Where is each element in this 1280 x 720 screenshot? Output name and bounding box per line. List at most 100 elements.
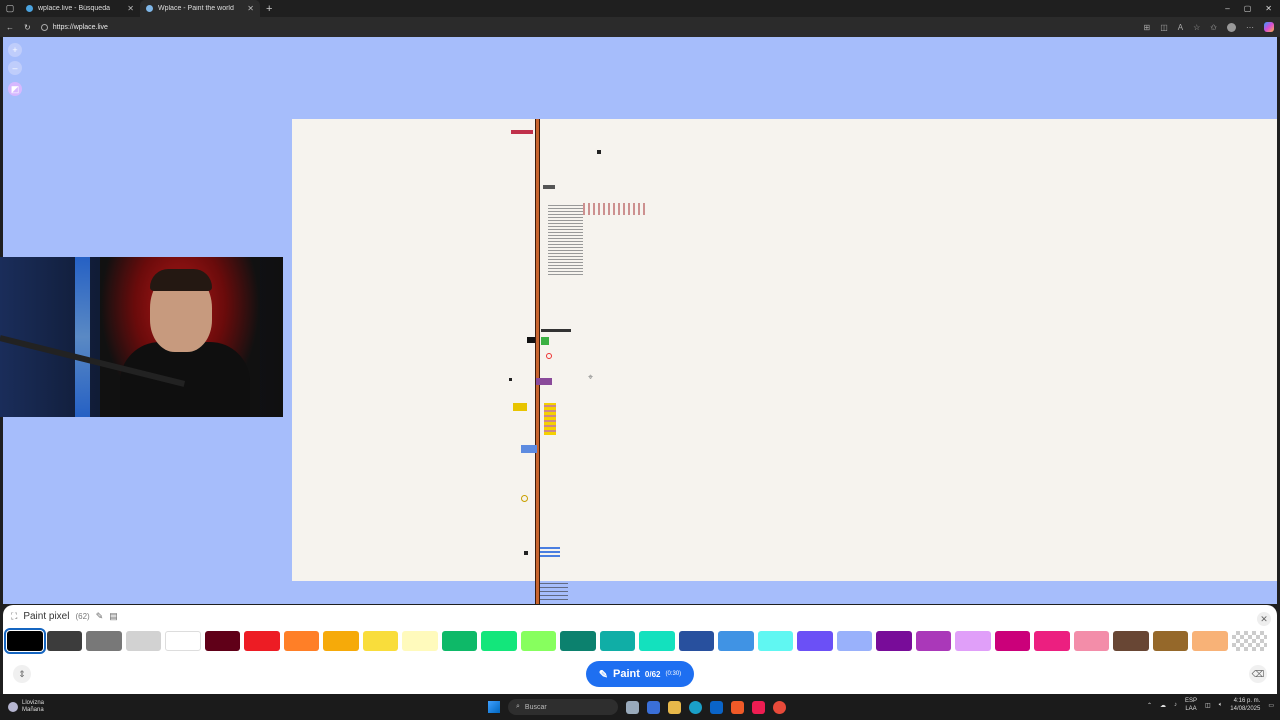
brave-icon[interactable] (731, 700, 744, 714)
color-swatch[interactable] (560, 631, 596, 651)
window-controls: – ▢ ✕ (1225, 4, 1280, 13)
color-swatch[interactable] (1113, 631, 1149, 651)
tab-wplace[interactable]: Wplace - Paint the world ✕ (140, 0, 260, 17)
color-swatch[interactable] (994, 631, 1030, 651)
zoom-out-button[interactable]: – (8, 61, 22, 75)
chrome-icon[interactable] (773, 700, 786, 714)
pencil-icon[interactable]: ✎ (96, 611, 104, 622)
pixel-art (536, 378, 552, 385)
color-swatch[interactable] (283, 631, 319, 651)
favorites-icon[interactable]: ✩ (1210, 23, 1217, 32)
notifications-icon[interactable]: ▭ (1268, 702, 1274, 709)
clock[interactable]: 4:16 p. m. 14/08/2025 (1230, 697, 1260, 713)
color-swatch[interactable] (481, 631, 517, 651)
zoom-in-button[interactable]: + (8, 43, 22, 57)
volume-icon[interactable]: 🔈︎ (1219, 702, 1223, 709)
tiktok-icon[interactable] (752, 700, 765, 714)
refresh-icon[interactable]: ↻ (24, 23, 31, 32)
back-icon[interactable]: ← (6, 23, 14, 32)
tab-actions-icon[interactable]: ▢ (0, 0, 20, 17)
copilot-icon[interactable] (1264, 22, 1274, 32)
pixel-art (541, 329, 571, 332)
color-swatch[interactable] (402, 631, 438, 651)
close-panel-button[interactable]: ✕ (1257, 612, 1271, 626)
color-swatch[interactable] (599, 631, 635, 651)
color-swatch[interactable] (1231, 631, 1267, 651)
rain-cloud-icon (8, 702, 18, 712)
tab-title: Wplace - Paint the world (158, 5, 234, 12)
edge-icon[interactable] (689, 700, 702, 714)
color-swatch[interactable] (520, 631, 556, 651)
pixel-art (527, 337, 535, 343)
network-icon[interactable]: ◫ (1205, 702, 1211, 709)
copilot-app-icon[interactable] (647, 700, 660, 714)
weather-forecast: Mañana (22, 707, 44, 713)
expand-palette-icon[interactable]: ⇕ (13, 665, 31, 683)
color-swatch[interactable] (876, 631, 912, 651)
language-indicator[interactable]: ESP LAA (1185, 697, 1197, 713)
split-screen-icon[interactable]: ◫ (1160, 23, 1168, 32)
keyboard-layout: LAA (1185, 706, 1197, 712)
more-icon[interactable]: ⋯ (1246, 23, 1254, 32)
close-window-icon[interactable]: ✕ (1265, 4, 1272, 13)
color-swatch[interactable] (1073, 631, 1109, 651)
paint-button[interactable]: ✎ Paint 0/62 (0:30) (586, 661, 694, 687)
close-tab-icon[interactable]: ✕ (247, 4, 254, 13)
color-swatch[interactable] (1152, 631, 1188, 651)
close-tab-icon[interactable]: ✕ (127, 4, 134, 13)
color-swatch[interactable] (1034, 631, 1070, 651)
color-swatch[interactable] (86, 631, 122, 651)
onedrive-icon[interactable]: ☁ (1160, 702, 1166, 709)
twitch-icon[interactable]: ◩ (8, 82, 22, 96)
eraser-icon[interactable]: ⌫ (1249, 665, 1267, 683)
minimize-icon[interactable]: – (1225, 4, 1229, 13)
drag-handle-icon[interactable]: ⛶ (11, 611, 17, 622)
color-swatch[interactable] (125, 631, 161, 651)
color-swatch[interactable] (797, 631, 833, 651)
color-swatch[interactable] (204, 631, 240, 651)
color-swatch[interactable] (362, 631, 398, 651)
color-swatch[interactable] (441, 631, 477, 651)
file-explorer-icon[interactable] (668, 700, 681, 714)
tray-overflow-icon[interactable]: ⌃ (1147, 702, 1152, 709)
wplace-favicon-icon (146, 5, 153, 12)
site-info-icon[interactable] (40, 23, 48, 31)
profile-avatar-icon[interactable] (1227, 22, 1236, 32)
color-swatch[interactable] (678, 631, 714, 651)
painted-road-line (535, 119, 540, 604)
taskbar-search[interactable]: ⌕ Buscar (508, 699, 618, 715)
color-swatch[interactable] (1192, 631, 1228, 651)
read-aloud-icon[interactable]: A (1178, 23, 1183, 32)
task-view-icon[interactable] (626, 700, 639, 714)
microphone-icon[interactable]: ♪ (1174, 702, 1177, 708)
pixel-art (524, 551, 528, 555)
webcam-overlay (0, 257, 283, 417)
template-icon[interactable]: ▤ (109, 611, 118, 622)
color-swatch[interactable] (46, 631, 82, 651)
paint-panel-title: Paint pixel (23, 611, 70, 622)
color-swatch[interactable] (639, 631, 675, 651)
address-bar: ← ↻ https://wplace.live ⊞ ◫ A ☆ ✩ ⋯ (0, 17, 1280, 37)
color-swatch[interactable] (4, 628, 46, 654)
color-swatch[interactable] (915, 631, 951, 651)
color-swatch[interactable] (323, 631, 359, 651)
maximize-icon[interactable]: ▢ (1244, 4, 1252, 13)
color-swatch[interactable] (836, 631, 872, 651)
tab-search[interactable]: wplace.live - Búsqueda ✕ (20, 0, 140, 17)
crosshair-icon: ⌖ (588, 372, 594, 382)
pixel-art (540, 545, 560, 557)
color-swatch[interactable] (165, 631, 201, 651)
app-available-icon[interactable]: ⊞ (1144, 23, 1151, 32)
windows-start-icon[interactable] (488, 701, 500, 713)
favorite-star-icon[interactable]: ☆ (1193, 23, 1200, 32)
url-field[interactable]: https://wplace.live (40, 23, 1134, 31)
taskbar-apps: ⌕ Buscar (488, 699, 786, 715)
color-swatch[interactable] (757, 631, 793, 651)
outlook-icon[interactable] (710, 700, 723, 714)
color-swatch[interactable] (718, 631, 754, 651)
new-tab-button[interactable]: + (260, 3, 278, 15)
color-swatch[interactable] (244, 631, 280, 651)
webcam-person-body (120, 342, 250, 417)
weather-widget[interactable]: Llovizna Mañana (0, 700, 44, 714)
color-swatch[interactable] (955, 631, 991, 651)
